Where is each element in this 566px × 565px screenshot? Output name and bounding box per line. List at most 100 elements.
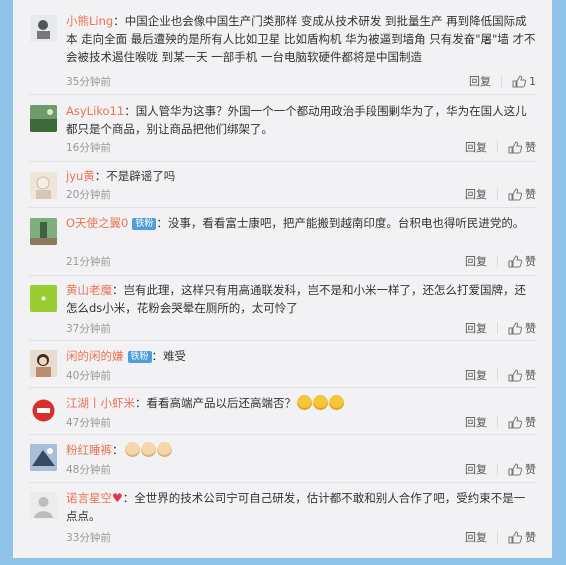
- comment-body: 不是辟谣了吗: [106, 169, 176, 183]
- like-button[interactable]: 赞: [508, 320, 536, 336]
- comment-time: 33分钟前: [66, 532, 111, 544]
- divider: [497, 416, 498, 428]
- thumbs-up-icon: [508, 254, 522, 267]
- comment-time: 35分钟前: [66, 76, 111, 88]
- avatar[interactable]: [30, 350, 57, 377]
- comment-body: 没事，看看富士康吧，把产能搬到越南印度。台积电也得听民进党的。: [167, 216, 525, 230]
- doge-emoji-icon: [297, 395, 312, 410]
- thumbs-up-icon: [508, 187, 522, 200]
- separator: [29, 94, 536, 95]
- comment-text: 黄山老魔：岂有此理，这样只有用高通联发科，岂不是和小米一样了，还怎么打爱国牌，还…: [66, 283, 526, 315]
- like-label: 赞: [525, 463, 536, 476]
- like-button[interactable]: 赞: [508, 461, 536, 477]
- fan-badge: 铁粉: [127, 351, 152, 363]
- divider: [497, 463, 498, 475]
- comment-text: 江湖丨小虾米：看看高端产品以后还高端否？: [66, 394, 536, 412]
- divider: [497, 188, 498, 200]
- thumbs-up-icon: [512, 74, 526, 87]
- like-label: 赞: [525, 188, 536, 201]
- cat-emoji-icon: [156, 442, 172, 457]
- thumbs-up-icon: [508, 462, 522, 475]
- comment-username[interactable]: 粉红睡裤: [66, 443, 112, 457]
- comment-actions: 回复 赞: [465, 253, 536, 269]
- separator: [29, 387, 536, 388]
- comment-text: 闲的闲的嫌 铁粉 ：难受: [66, 349, 187, 363]
- comment-time: 16分钟前: [66, 142, 111, 154]
- thumbs-up-icon: [508, 530, 522, 543]
- comment-panel: 小熊Ling：中国企业也会像中国生产门类那样 变成从技术研发 到批量生产 再到降…: [13, 0, 552, 558]
- like-button[interactable]: 1: [512, 75, 536, 88]
- reply-button[interactable]: 回复: [465, 186, 487, 202]
- reply-button[interactable]: 回复: [465, 320, 487, 336]
- avatar[interactable]: [30, 218, 57, 245]
- like-label: 赞: [525, 322, 536, 335]
- comment-actions: 回复 赞: [465, 139, 536, 155]
- divider: [497, 322, 498, 334]
- avatar[interactable]: [30, 105, 57, 132]
- comment-username[interactable]: 江湖丨小虾米: [66, 396, 135, 410]
- reply-button[interactable]: 回复: [469, 73, 491, 89]
- avatar[interactable]: [30, 397, 57, 424]
- like-button[interactable]: 赞: [508, 414, 536, 430]
- comment-username[interactable]: AsyLiko11: [66, 104, 124, 118]
- divider: [501, 75, 502, 87]
- separator: [29, 340, 536, 341]
- reply-button[interactable]: 回复: [465, 529, 487, 545]
- thumbs-up-icon: [508, 368, 522, 381]
- reply-button[interactable]: 回复: [465, 253, 487, 269]
- avatar[interactable]: [30, 172, 57, 199]
- doge-emoji-icon: [329, 395, 344, 410]
- avatar[interactable]: [30, 285, 57, 312]
- cat-emoji-icon: [140, 442, 156, 457]
- comment-text: 粉红睡裤：: [66, 441, 536, 459]
- comment-username[interactable]: 诺言星空: [66, 491, 112, 505]
- like-button[interactable]: 赞: [508, 529, 536, 545]
- doge-emoji-icon: [313, 395, 328, 410]
- like-label: 赞: [525, 531, 536, 544]
- comment-username[interactable]: 小熊Ling: [66, 14, 113, 28]
- comment-time: 37分钟前: [66, 323, 111, 335]
- avatar[interactable]: [30, 492, 57, 519]
- like-label: 赞: [525, 255, 536, 268]
- separator: [29, 434, 536, 435]
- comment-actions: 回复 赞: [465, 186, 536, 202]
- comment-body: 看看高端产品以后还高端否？: [146, 396, 297, 410]
- comment-body: 难受: [163, 349, 187, 363]
- comment-time: 48分钟前: [66, 464, 111, 476]
- avatar[interactable]: [30, 444, 57, 471]
- cat-emoji-icon: [124, 442, 140, 457]
- separator: [29, 207, 536, 208]
- comment-username[interactable]: jyu黄: [66, 169, 95, 183]
- comment-username[interactable]: 黄山老魔: [66, 283, 112, 297]
- like-label: 赞: [525, 369, 536, 382]
- reply-button[interactable]: 回复: [465, 367, 487, 383]
- fan-badge: 铁粉: [132, 218, 157, 230]
- like-button[interactable]: 赞: [508, 367, 536, 383]
- reply-button[interactable]: 回复: [465, 139, 487, 155]
- reply-button[interactable]: 回复: [465, 414, 487, 430]
- separator: [29, 482, 536, 483]
- reply-button[interactable]: 回复: [465, 461, 487, 477]
- comment-actions: 回复 赞: [465, 367, 536, 383]
- divider: [497, 531, 498, 543]
- like-label: 赞: [525, 416, 536, 429]
- divider: [497, 141, 498, 153]
- comment-time: 40分钟前: [66, 370, 111, 382]
- like-button[interactable]: 赞: [508, 253, 536, 269]
- separator: [29, 161, 536, 162]
- comment-time: 20分钟前: [66, 189, 111, 201]
- thumbs-up-icon: [508, 140, 522, 153]
- divider: [497, 369, 498, 381]
- thumbs-up-icon: [508, 321, 522, 334]
- comment-text: 诺言星空♥：全世界的技术公司宁可自己研发，估计都不敢和别人合作了吧，受约束不是一…: [66, 491, 526, 523]
- avatar[interactable]: [30, 15, 57, 42]
- comment-body: 国人管华为这事？外国一个一个都动用政治手段围剿华为了，华为在国人这儿都只是个商品…: [66, 104, 527, 136]
- like-count: 1: [529, 74, 536, 88]
- like-button[interactable]: 赞: [508, 139, 536, 155]
- comment-text: jyu黄：不是辟谣了吗: [66, 169, 176, 183]
- comment-username[interactable]: 闲的闲的嫌: [66, 349, 124, 363]
- comment-username[interactable]: O天使之翼0: [66, 216, 128, 230]
- like-button[interactable]: 赞: [508, 186, 536, 202]
- comment-actions: 回复 赞: [465, 414, 536, 430]
- like-label: 赞: [525, 141, 536, 154]
